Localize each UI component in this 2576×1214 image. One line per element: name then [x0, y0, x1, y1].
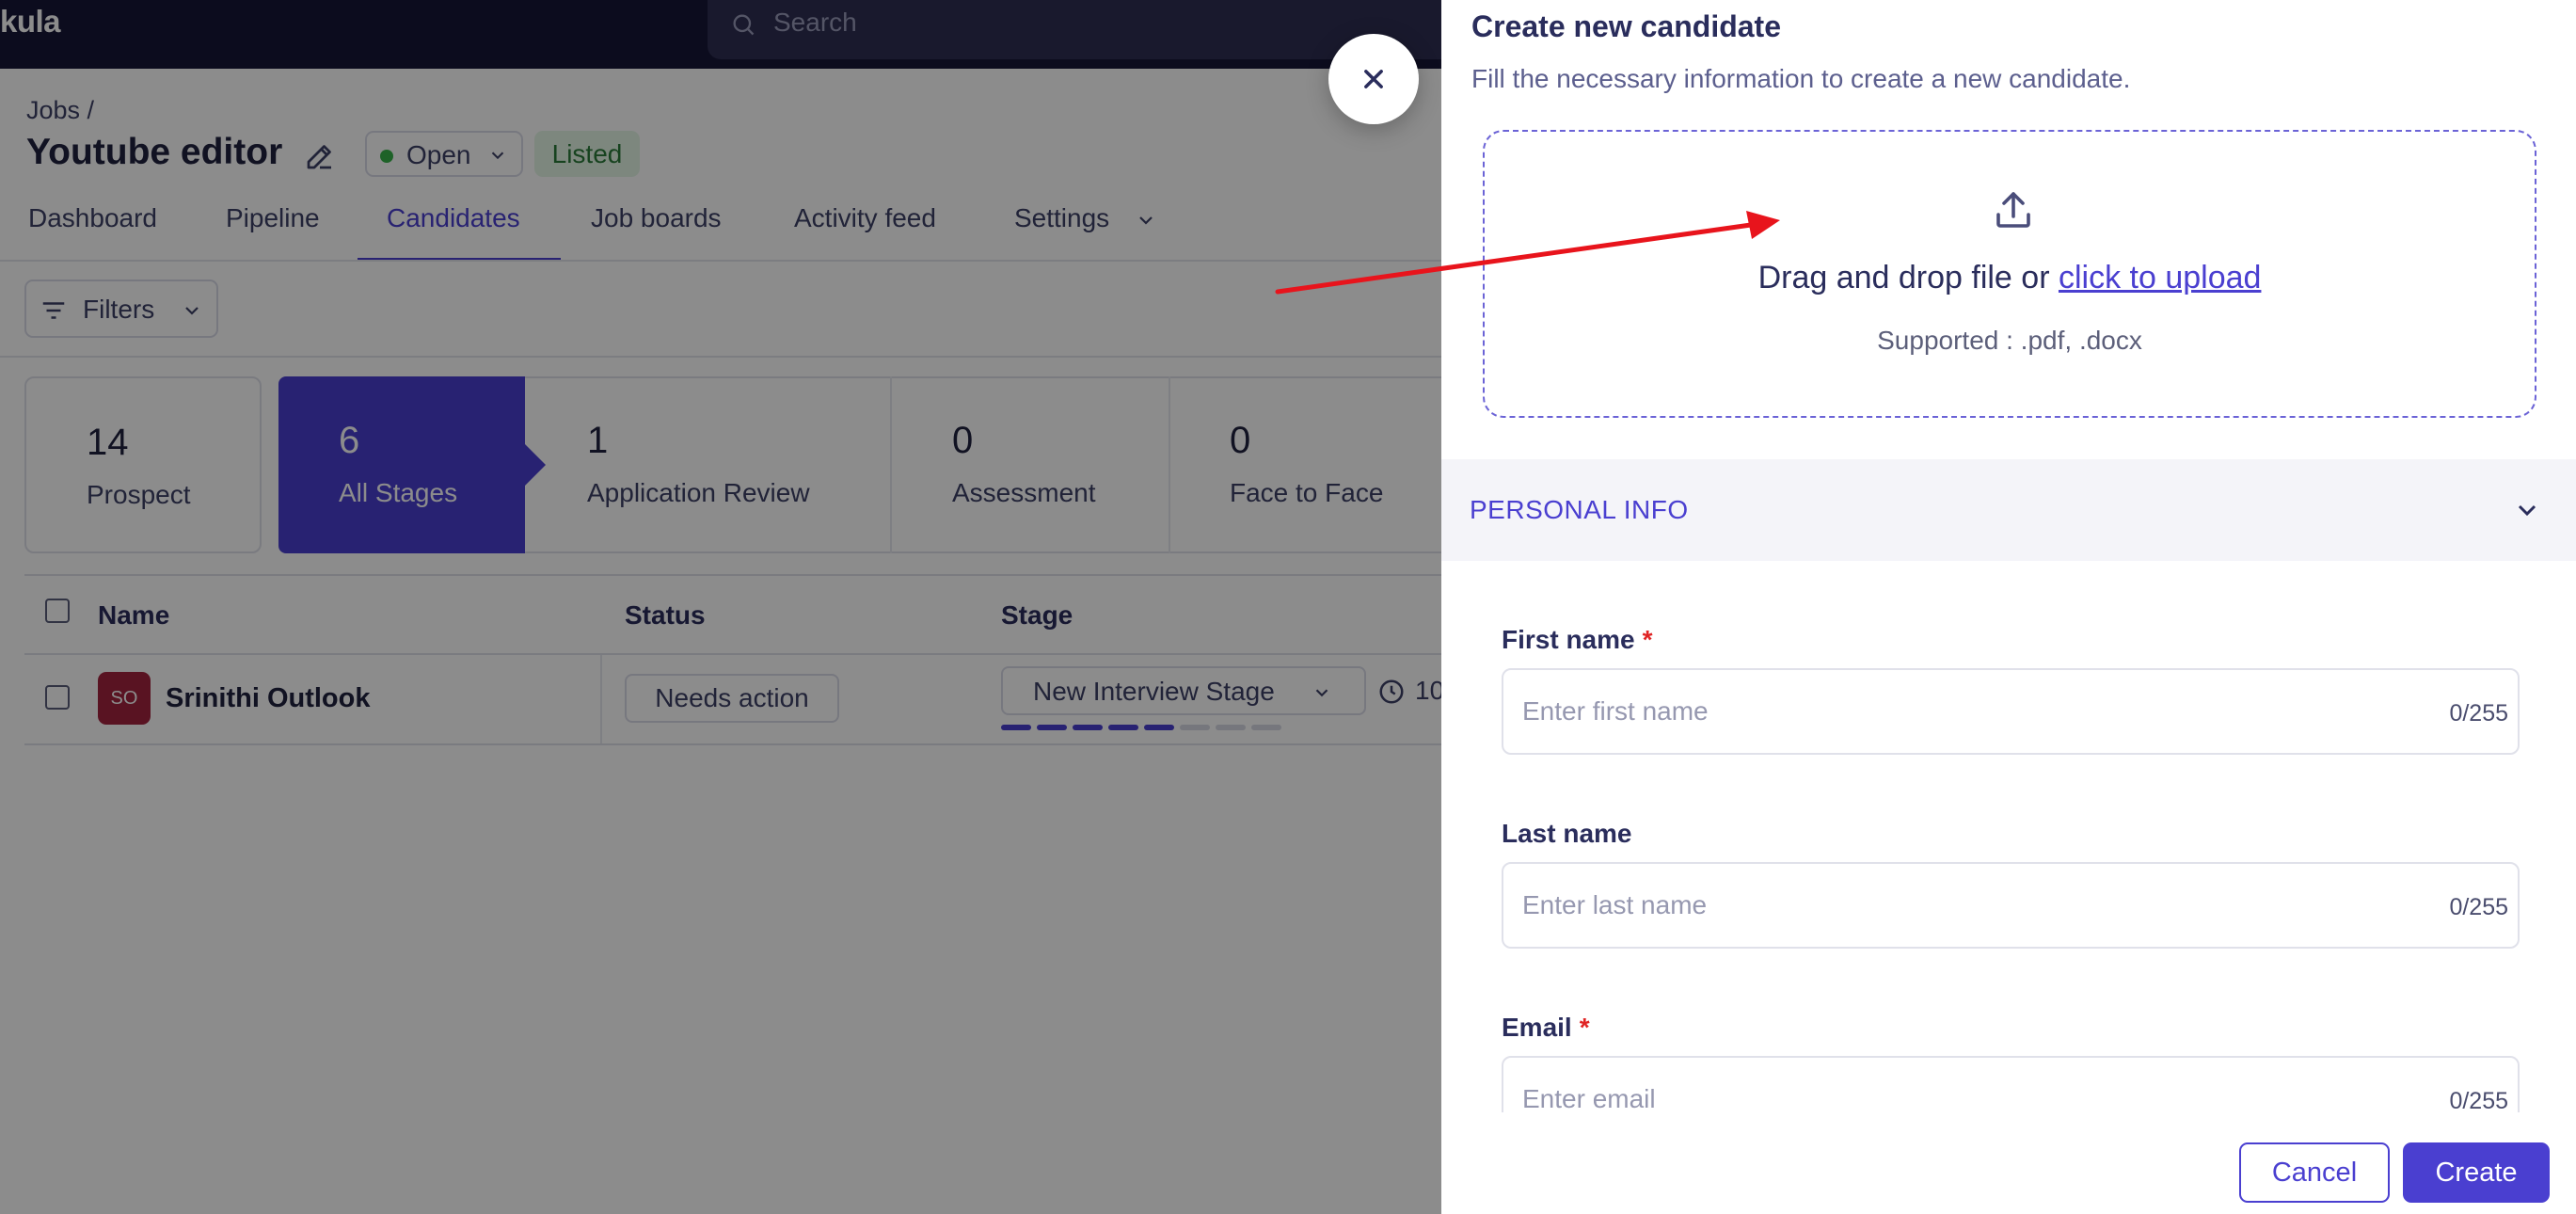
first-name-label-text: First name	[1502, 625, 1635, 654]
required-mark: *	[1579, 1013, 1590, 1042]
char-counter: 0/255	[2449, 894, 2508, 920]
first-name-label: First name *	[1502, 625, 1653, 655]
email-label: Email *	[1502, 1013, 1590, 1043]
char-counter: 0/255	[2449, 700, 2508, 727]
arrow-head	[1746, 211, 1780, 239]
last-name-label: Last name	[1502, 819, 1632, 848]
annotation-arrow	[1275, 211, 1780, 295]
char-counter: 0/255	[2449, 1088, 2508, 1112]
first-name-field[interactable]: Enter first name 0/255	[1502, 668, 2520, 755]
create-candidate-panel: Create new candidate Fill the necessary …	[1441, 0, 2576, 1214]
panel-title: Create new candidate	[1471, 9, 1781, 43]
dropzone-instruction: Drag and drop file or	[1757, 260, 2059, 296]
arrow-shaft	[1275, 221, 1760, 295]
last-name-placeholder: Enter last name	[1522, 890, 1708, 919]
close-icon	[1364, 70, 1383, 88]
chevron-down-icon	[2518, 504, 2536, 517]
email-field[interactable]: Enter email 0/255	[1502, 1056, 2520, 1112]
close-panel-button[interactable]	[1328, 34, 1419, 124]
supported-formats: Supported : .pdf, .docx	[1877, 326, 2142, 355]
required-mark: *	[1642, 625, 1653, 654]
email-placeholder: Enter email	[1522, 1084, 1656, 1112]
click-to-upload-link[interactable]: click to upload	[2059, 260, 2261, 296]
section-title: PERSONAL INFO	[1470, 495, 1689, 524]
last-name-field[interactable]: Enter last name 0/255	[1502, 862, 2520, 949]
upload-icon	[1996, 192, 2030, 228]
first-name-placeholder: Enter first name	[1522, 696, 1709, 726]
cancel-button[interactable]: Cancel	[2239, 1142, 2390, 1203]
modal-backdrop[interactable]	[0, 0, 1441, 1214]
form-fields: First name * Enter first name 0/255 Last …	[1441, 527, 2576, 1112]
email-label-text: Email	[1502, 1013, 1572, 1042]
panel-subtitle: Fill the necessary information to create…	[1471, 64, 2131, 93]
create-button[interactable]: Create	[2403, 1142, 2550, 1203]
